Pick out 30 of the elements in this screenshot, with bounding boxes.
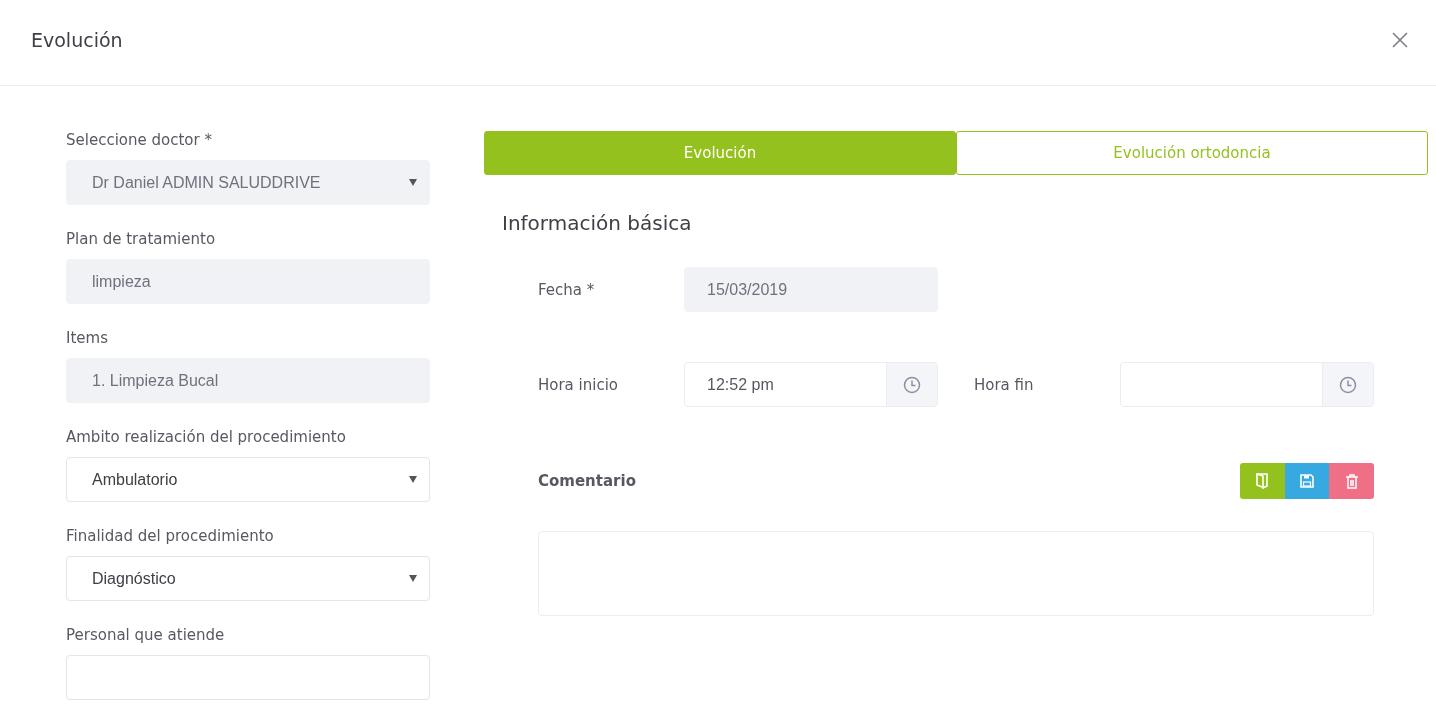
- save-button[interactable]: [1284, 463, 1330, 499]
- clock-icon: [903, 375, 921, 394]
- section-title: Información básica: [502, 211, 693, 235]
- close-button[interactable]: [1392, 31, 1408, 48]
- comment-label: Comentario: [538, 472, 636, 490]
- field-label: Fecha *: [538, 280, 596, 299]
- field-label: Finalidad del procedimiento: [66, 527, 275, 545]
- field-label: Ambito realización del procedimiento: [66, 428, 347, 446]
- field-label: Plan de tratamiento: [66, 230, 217, 248]
- select-field[interactable]: Ambulatorio: [66, 457, 430, 502]
- time-field[interactable]: 12:52 pm: [684, 362, 938, 407]
- select-field[interactable]: Diagnóstico: [66, 556, 430, 601]
- field-label: Personal que atiende: [66, 626, 226, 644]
- save-icon: [1299, 474, 1314, 488]
- clock-icon: [1339, 375, 1357, 394]
- field-label: Items: [66, 329, 109, 347]
- delete-button[interactable]: [1329, 463, 1374, 499]
- caret-icon: [409, 476, 417, 483]
- book-icon: [1255, 473, 1270, 489]
- dialog-title: Evolución: [31, 28, 123, 51]
- field-label: Hora inicio: [538, 375, 620, 394]
- trash-icon: [1345, 473, 1358, 489]
- time-field[interactable]: [1120, 362, 1374, 407]
- caret-icon: [409, 575, 417, 582]
- input-field[interactable]: [66, 655, 430, 700]
- field-label: Hora fin: [974, 375, 1035, 394]
- book-button[interactable]: [1239, 463, 1285, 499]
- caret-icon: [409, 179, 417, 186]
- close-icon: [1392, 31, 1408, 48]
- field-label: Seleccione doctor *: [66, 131, 213, 149]
